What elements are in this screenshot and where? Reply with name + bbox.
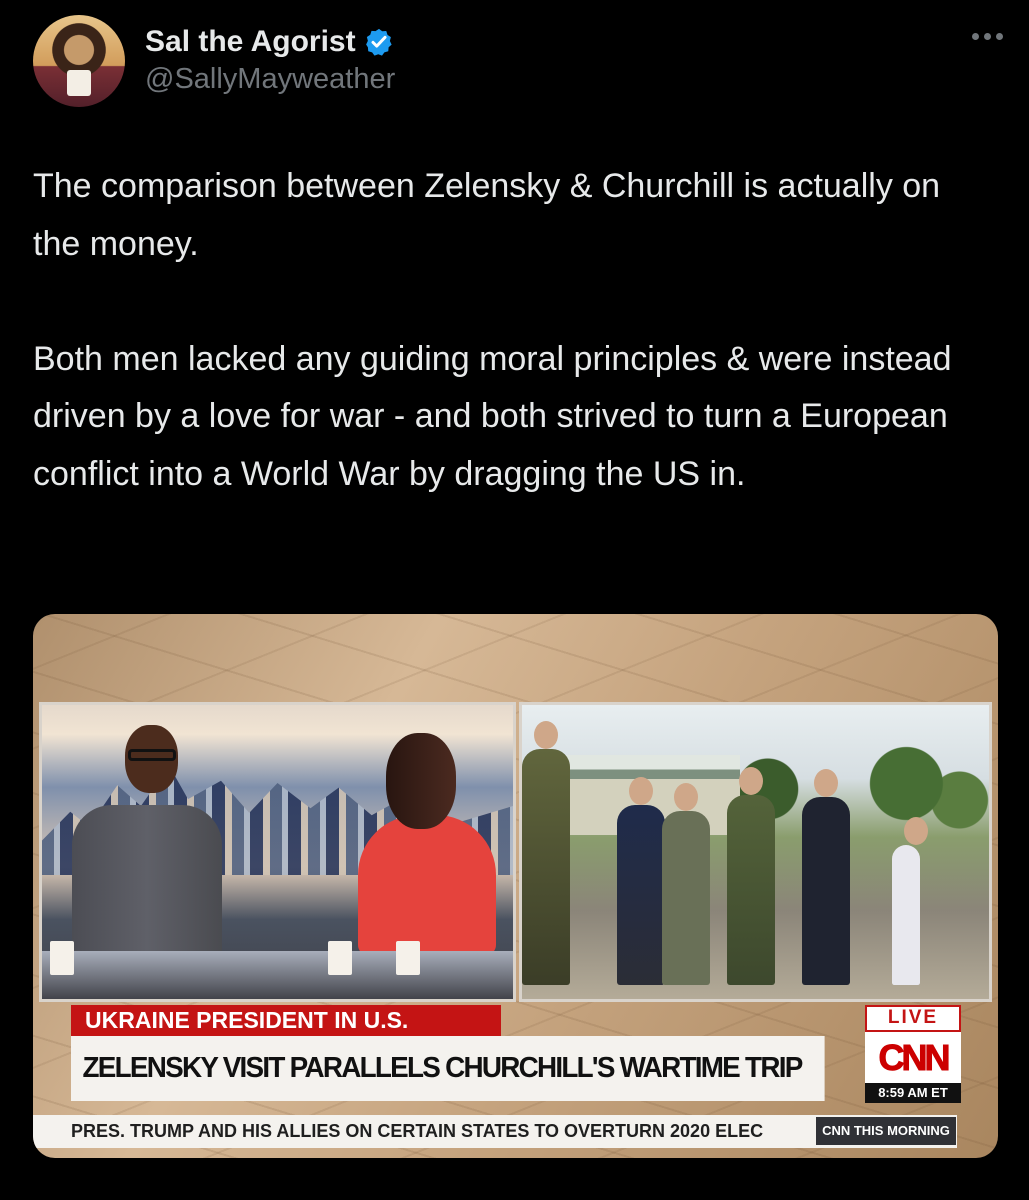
dark-suit-figure: [802, 769, 850, 985]
tweet-header: Sal the Agorist @SallyMayweather: [33, 15, 1003, 107]
tweet-paragraph: The comparison between Zelensky & Church…: [33, 167, 941, 263]
coffee-cup: [328, 941, 352, 975]
tweet-paragraph: Both men lacked any guiding moral princi…: [33, 339, 952, 493]
female-news-anchor: [358, 815, 496, 955]
author-name-row[interactable]: Sal the Agorist: [145, 25, 394, 59]
live-badge: LIVE: [865, 1005, 961, 1032]
glasses-icon: [128, 749, 176, 761]
outdoor-video-panel: [519, 702, 992, 1002]
soldier-figure: [522, 721, 570, 985]
broadcast-time: 8:59 AM ET: [865, 1083, 961, 1103]
tweet-media-image[interactable]: UKRAINE PRESIDENT IN U.S. ZELENSKY VISIT…: [33, 614, 998, 1158]
walking-figure: [662, 783, 710, 985]
female-anchor-head: [386, 733, 456, 829]
ellipsis-dot: [996, 33, 1003, 40]
cnn-logo: CNN: [865, 1032, 961, 1083]
headline-banner: ZELENSKY VISIT PARALLELS CHURCHILL'S WAR…: [71, 1036, 825, 1149]
male-news-anchor: [72, 805, 222, 967]
show-name-badge: CNN THIS MORNING: [816, 1117, 956, 1145]
suited-figure: [617, 777, 665, 985]
topic-banner: UKRAINE PRESIDENT IN U.S.: [71, 1005, 501, 1036]
ellipsis-dot: [972, 33, 979, 40]
tweet-body: The comparison between Zelensky & Church…: [33, 158, 993, 503]
ellipsis-dot: [984, 33, 991, 40]
military-clad-figure: [727, 767, 775, 985]
coffee-cup: [50, 941, 74, 975]
verified-badge-icon: [365, 28, 392, 56]
author-display-name[interactable]: Sal the Agorist: [145, 25, 356, 59]
author-handle[interactable]: @SallyMayweather: [145, 63, 395, 96]
news-desk: [42, 951, 513, 999]
author-avatar[interactable]: [33, 15, 125, 107]
distant-walker-figure: [892, 817, 928, 985]
studio-video-panel: [39, 702, 516, 1002]
news-lower-third: UKRAINE PRESIDENT IN U.S. ZELENSKY VISIT…: [71, 1005, 961, 1149]
coffee-cup: [396, 941, 420, 975]
ellipsis-icon[interactable]: [972, 33, 1003, 40]
